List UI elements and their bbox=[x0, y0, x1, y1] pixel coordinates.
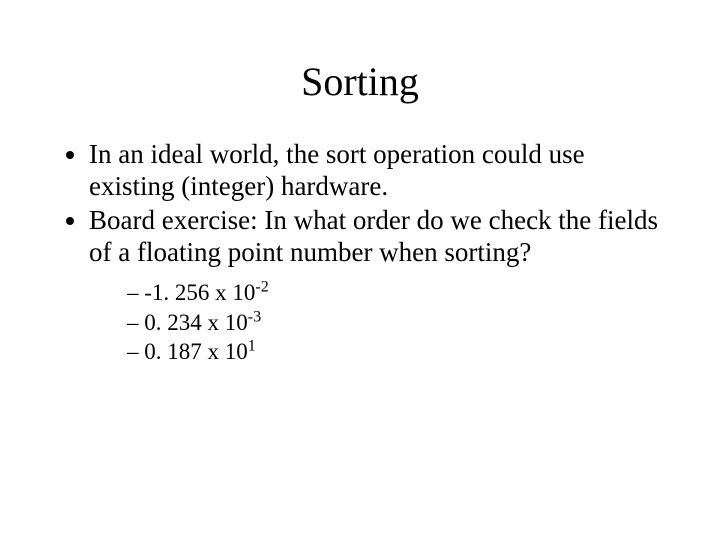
bullet-item: Board exercise: In what order do we chec… bbox=[89, 205, 665, 367]
example-item: -1. 256 x 10-2 bbox=[127, 278, 665, 307]
example-exponent: -2 bbox=[255, 279, 268, 296]
slide: Sorting In an ideal world, the sort oper… bbox=[0, 0, 720, 540]
example-mantissa: 0. 234 x 10 bbox=[144, 310, 248, 335]
bullet-list: In an ideal world, the sort operation co… bbox=[55, 139, 665, 367]
example-exponent: 1 bbox=[248, 338, 256, 355]
bullet-text: Board exercise: In what order do we chec… bbox=[89, 205, 658, 267]
example-mantissa: 0. 187 x 10 bbox=[144, 339, 248, 364]
slide-title: Sorting bbox=[55, 58, 665, 105]
example-item: 0. 234 x 10-3 bbox=[127, 308, 665, 337]
bullet-item: In an ideal world, the sort operation co… bbox=[89, 139, 665, 203]
example-exponent: -3 bbox=[248, 308, 261, 325]
example-list: -1. 256 x 10-2 0. 234 x 10-3 0. 187 x 10… bbox=[89, 278, 665, 366]
example-mantissa: -1. 256 x 10 bbox=[144, 280, 255, 305]
example-item: 0. 187 x 101 bbox=[127, 337, 665, 366]
